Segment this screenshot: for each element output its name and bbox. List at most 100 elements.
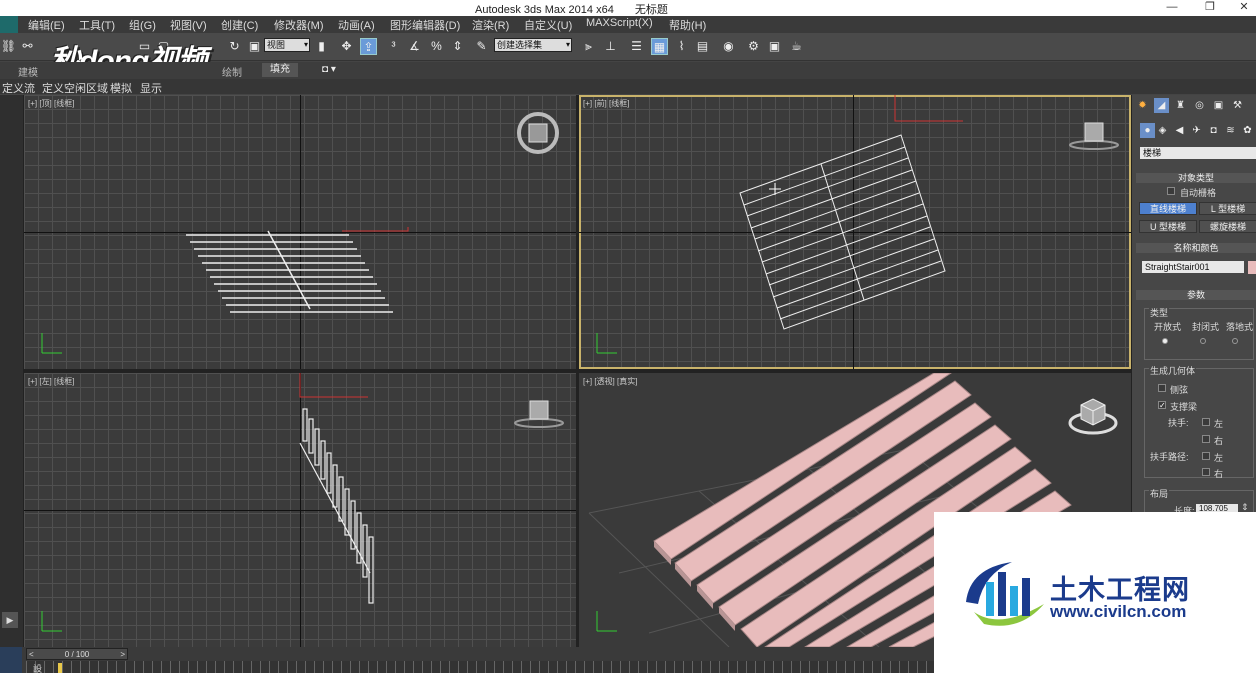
straight-stair-button[interactable]: 直线楼梯	[1139, 202, 1197, 215]
menu-maxscript[interactable]: MAXScript(X)	[586, 17, 653, 29]
scale-icon[interactable]: ▣	[246, 38, 263, 55]
u-stair-button[interactable]: U 型楼梯	[1139, 220, 1197, 233]
time-slider-prev-icon[interactable]: <	[29, 649, 34, 660]
spacewarps-icon[interactable]: ≋	[1223, 123, 1238, 138]
rail-path-left-checkbox[interactable]	[1202, 452, 1210, 460]
auto-grid-checkbox[interactable]	[1167, 187, 1175, 195]
link-icon[interactable]: ⛓	[0, 38, 17, 55]
create-tab-icon[interactable]: ✹	[1135, 98, 1150, 113]
snap-3d-icon[interactable]: ³	[385, 38, 402, 55]
key-mode-label: 設	[33, 664, 43, 673]
minimize-button[interactable]: —	[1160, 0, 1184, 14]
graphite-ribbon-icon[interactable]: ▦	[651, 38, 668, 55]
category-dropdown[interactable]: 楼梯	[1140, 147, 1256, 159]
motion-tab-icon[interactable]: ◎	[1192, 98, 1207, 113]
menu-help[interactable]: 帮助(H)	[669, 17, 706, 33]
render-setup-icon[interactable]: ⚙	[745, 38, 762, 55]
define-idle-areas-button[interactable]: 定义空闲区域	[42, 80, 108, 96]
viewport-label-perspective[interactable]: [+] [透视] [真实]	[583, 376, 637, 387]
modify-tab-icon[interactable]: ◢	[1154, 98, 1169, 113]
render-teapot-icon[interactable]: ☕	[788, 38, 805, 55]
schematic-view-icon[interactable]: ▤	[694, 38, 711, 55]
simulate-button[interactable]: 模拟	[110, 80, 132, 96]
cameras-icon[interactable]: ✈	[1189, 123, 1204, 138]
ribbon-tab-populate[interactable]: 填充	[262, 63, 298, 77]
utilities-tab-icon[interactable]: ⚒	[1230, 98, 1245, 113]
object-color-swatch[interactable]	[1248, 261, 1256, 274]
angle-snap-icon[interactable]: ∡	[406, 38, 423, 55]
viewcube-perspective[interactable]	[1067, 391, 1118, 435]
viewport-top[interactable]: [+] [顶] [线框]	[24, 95, 576, 369]
type-closed-radio[interactable]	[1200, 338, 1206, 344]
viewport-front[interactable]: [+] [前] [线框]	[579, 95, 1131, 369]
close-button[interactable]: ✕	[1232, 0, 1256, 14]
rollout-object-type[interactable]: 对象类型	[1136, 173, 1256, 183]
app-logo-icon[interactable]	[0, 16, 18, 33]
mini-listener-icon[interactable]	[0, 647, 22, 673]
viewport-left[interactable]: [+] [左] [线框]	[24, 373, 576, 647]
handrail-right-checkbox[interactable]	[1202, 435, 1210, 443]
menu-rendering[interactable]: 渲染(R)	[472, 17, 509, 33]
percent-snap-icon[interactable]: %	[428, 38, 445, 55]
named-selection-select[interactable]: 创建选择集 ▾	[494, 38, 572, 52]
rollout-name-color[interactable]: 名称和颜色	[1136, 243, 1256, 253]
menu-customize[interactable]: 自定义(U)	[524, 17, 572, 33]
time-slider[interactable]: < 0 / 100 >	[26, 648, 128, 660]
reference-coord-select[interactable]: 视图 ▾	[264, 38, 310, 52]
spiral-stair-button[interactable]: 螺旋楼梯	[1199, 220, 1256, 233]
spinner-snap-icon[interactable]: ⇕	[449, 38, 466, 55]
display-tab-icon[interactable]: ▣	[1211, 98, 1226, 113]
geometry-icon[interactable]: ●	[1140, 123, 1155, 138]
type-open-radio[interactable]	[1162, 338, 1168, 344]
shapes-icon[interactable]: ◈	[1155, 123, 1170, 138]
viewcube-front[interactable]	[1069, 119, 1119, 159]
timeline-ruler[interactable]	[26, 661, 934, 673]
move-gizmo-icon[interactable]: ✥	[338, 38, 355, 55]
align-icon[interactable]: ⊥	[602, 38, 619, 55]
edit-named-selection-icon[interactable]: ✎	[473, 38, 490, 55]
hierarchy-tab-icon[interactable]: ♜	[1173, 98, 1188, 113]
mirror-icon[interactable]: ⫸	[580, 38, 597, 55]
menu-animation[interactable]: 动画(A)	[338, 17, 375, 33]
carriage-checkbox[interactable]: ✓	[1158, 401, 1166, 410]
menu-group[interactable]: 组(G)	[129, 17, 156, 33]
time-cursor[interactable]	[58, 663, 62, 673]
menu-create[interactable]: 创建(C)	[221, 17, 258, 33]
lights-icon[interactable]: ◀	[1172, 123, 1187, 138]
rail-path-right-checkbox[interactable]	[1202, 468, 1210, 476]
ribbon-tab-paint[interactable]: 绘制	[222, 64, 242, 79]
menu-tools[interactable]: 工具(T)	[79, 17, 115, 33]
systems-icon[interactable]: ✿	[1240, 123, 1255, 138]
stringers-label: 侧弦	[1170, 385, 1189, 395]
menu-views[interactable]: 视图(V)	[170, 17, 207, 33]
menu-graph-editors[interactable]: 图形编辑器(D)	[390, 17, 460, 33]
expand-arrow-icon[interactable]: ▶	[2, 612, 18, 628]
stringers-checkbox[interactable]	[1158, 384, 1166, 392]
menu-modifiers[interactable]: 修改器(M)	[274, 17, 324, 33]
helpers-icon[interactable]: ◘	[1206, 123, 1221, 138]
rollout-parameters[interactable]: 参数	[1136, 290, 1256, 300]
pivot-icon[interactable]: ▮	[313, 38, 330, 55]
layer-manager-icon[interactable]: ☰	[628, 38, 645, 55]
material-editor-icon[interactable]: ◉	[720, 38, 737, 55]
object-name-input[interactable]: StraightStair001	[1142, 261, 1244, 273]
unlink-icon[interactable]: ⚯	[19, 38, 36, 55]
handrail-left-checkbox[interactable]	[1202, 418, 1210, 426]
viewcube-top[interactable]	[516, 111, 559, 154]
title-bar: Autodesk 3ds Max 2014 x64 无标题 — ❐ ✕	[0, 0, 1256, 16]
menu-edit[interactable]: 编辑(E)	[28, 17, 65, 33]
display-button[interactable]: 显示	[140, 80, 162, 96]
type-box-radio[interactable]	[1232, 338, 1238, 344]
rotate-icon[interactable]: ↻	[226, 38, 243, 55]
viewcube-left[interactable]	[514, 397, 564, 437]
populate-subbar: 定义流 定义空闲区域 模拟 显示	[0, 79, 1256, 96]
rendered-frame-icon[interactable]: ▣	[766, 38, 783, 55]
define-flows-button[interactable]: 定义流	[2, 80, 35, 96]
l-stair-button[interactable]: L 型楼梯	[1199, 202, 1256, 215]
time-slider-next-icon[interactable]: >	[120, 649, 125, 660]
manipulate-icon[interactable]: ⇪	[360, 38, 377, 55]
ribbon-options-icon[interactable]: ◘ ▾	[322, 64, 336, 75]
curve-editor-icon[interactable]: ⌇	[673, 38, 690, 55]
ribbon-tab-modeling[interactable]: 建模	[18, 64, 38, 79]
maximize-button[interactable]: ❐	[1198, 0, 1222, 14]
